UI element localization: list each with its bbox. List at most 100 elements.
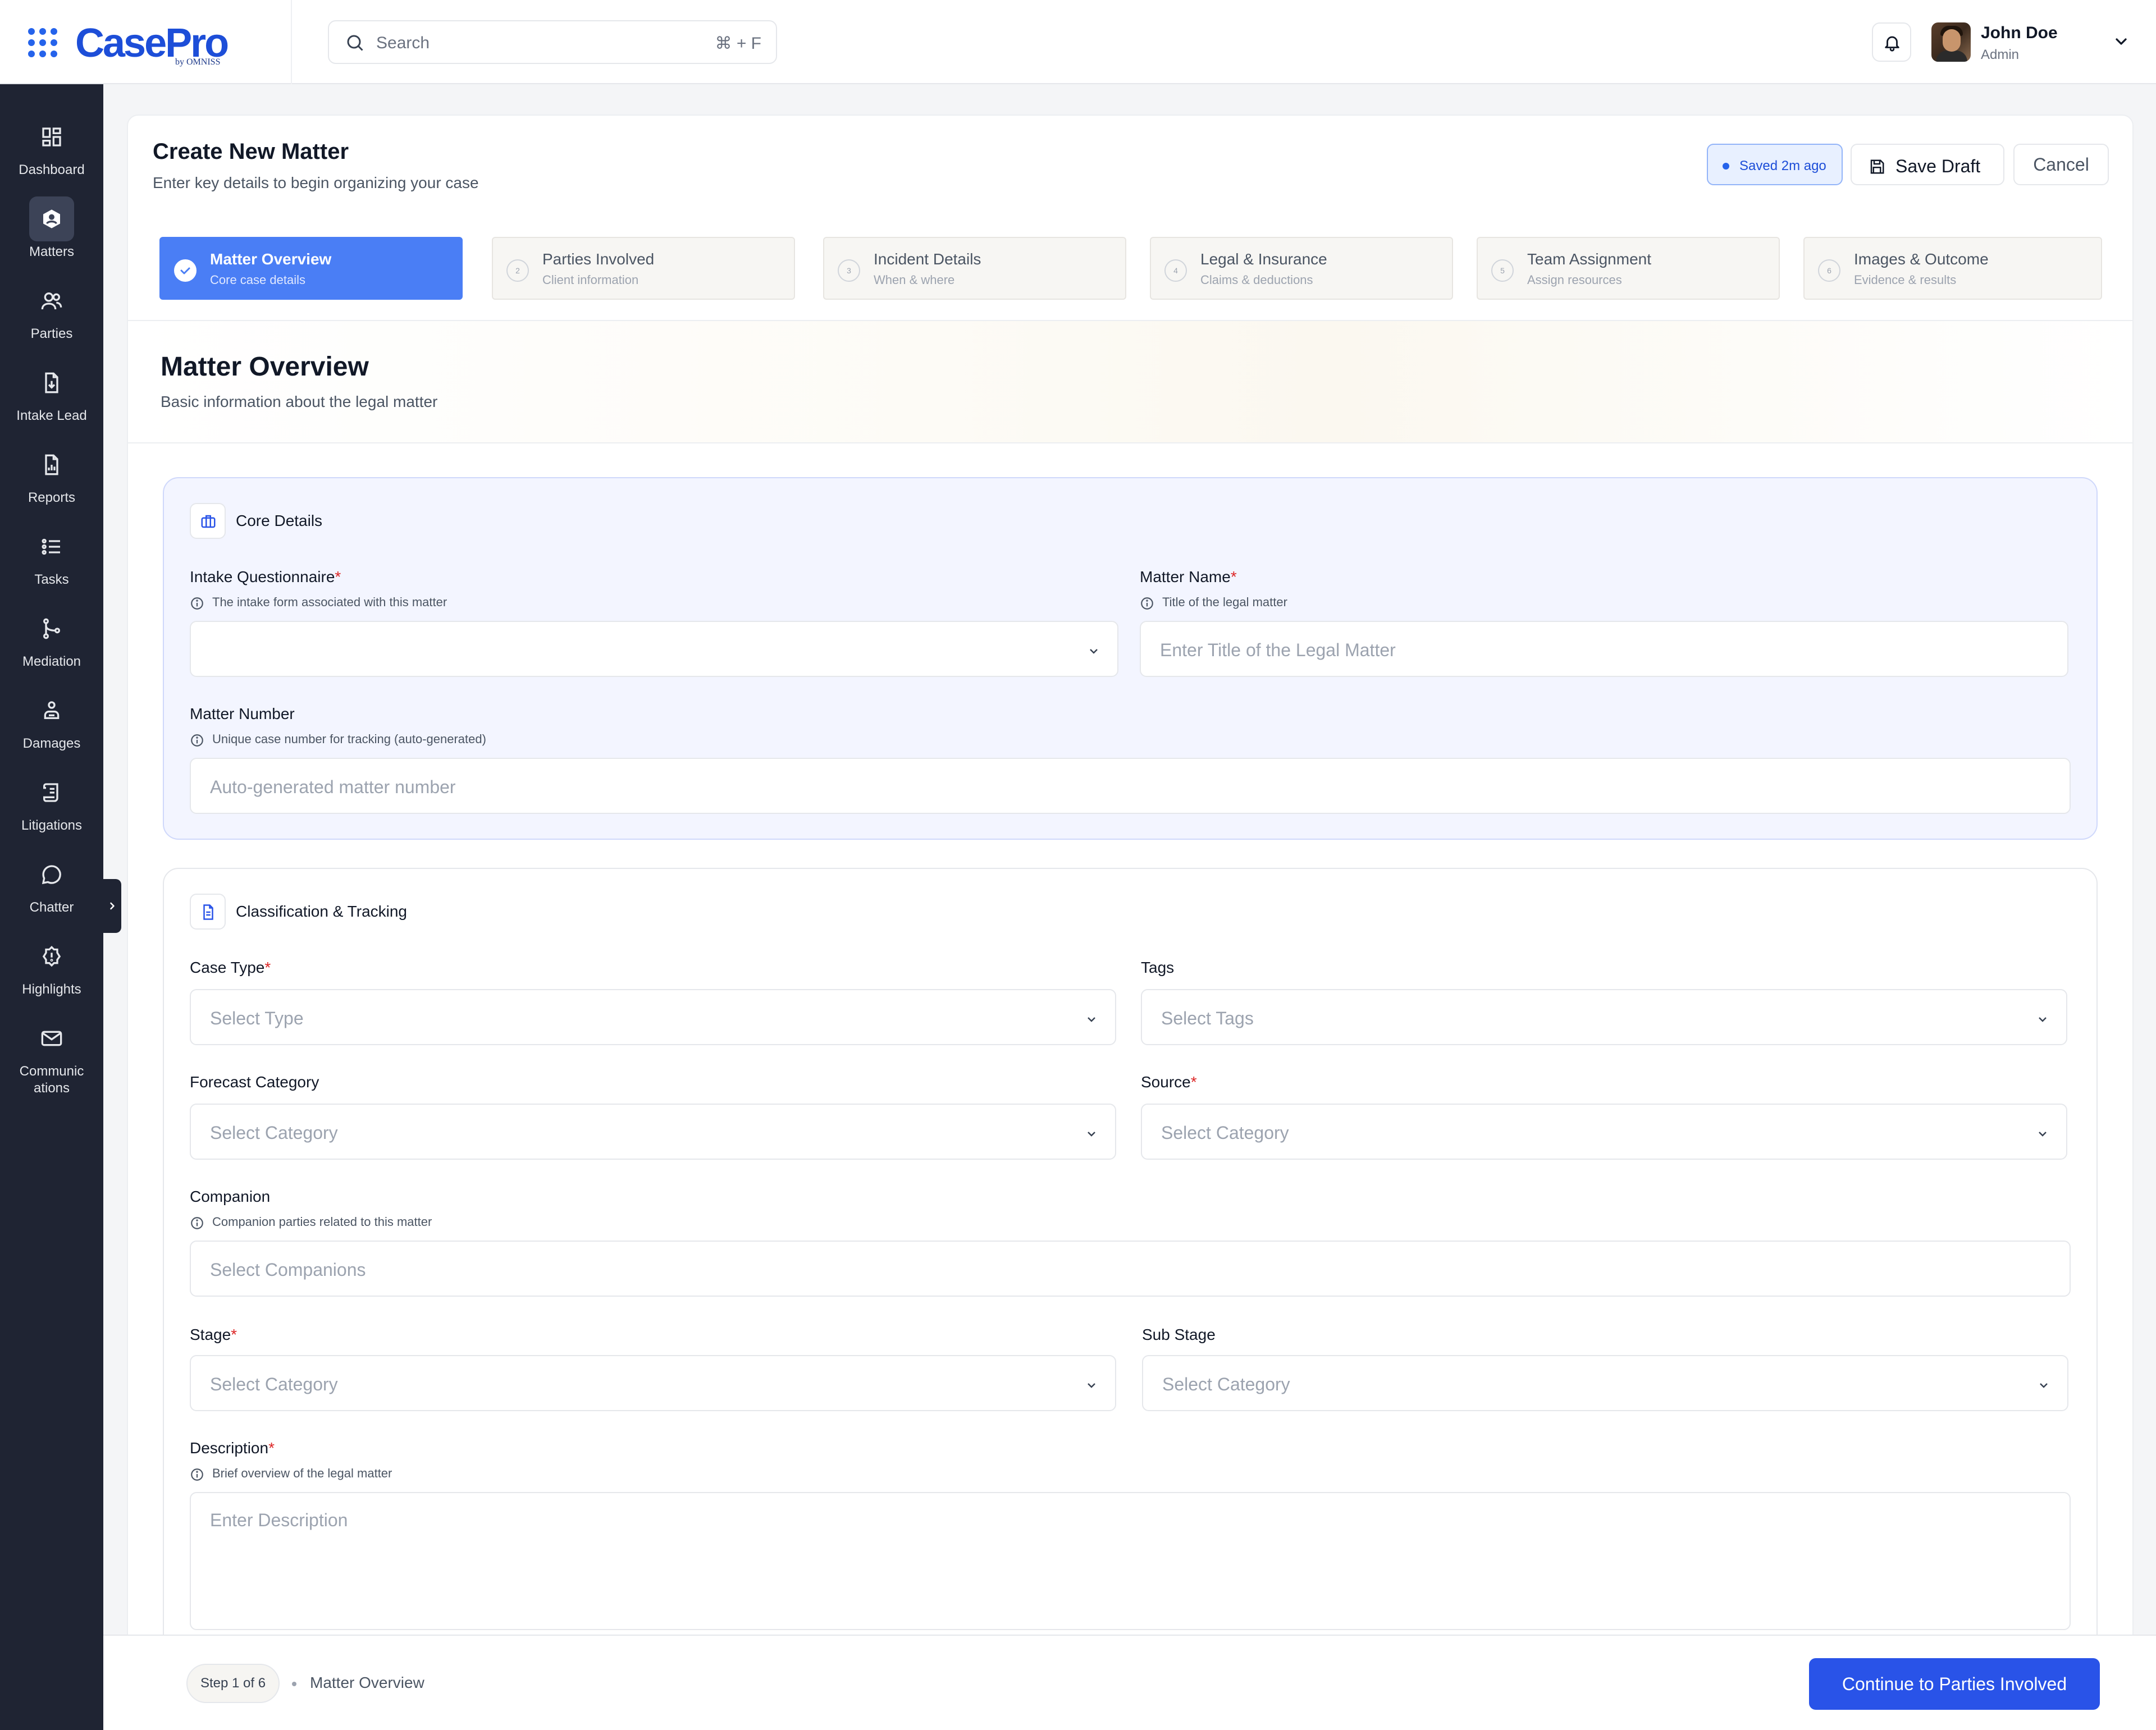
description-label: Description* xyxy=(190,1439,275,1457)
info-icon xyxy=(191,1217,203,1229)
tasks-icon xyxy=(29,524,74,569)
forecast-category-label: Forecast Category xyxy=(190,1073,319,1091)
info-icon xyxy=(191,597,203,610)
litigations-icon xyxy=(29,770,74,815)
sidebar-item-matters[interactable]: Matters xyxy=(0,196,103,275)
continue-button[interactable]: Continue to Parties Involved xyxy=(1809,1658,2100,1710)
case-type-select[interactable]: Select Type xyxy=(190,989,1116,1045)
logo-subtitle: by OMNISS xyxy=(175,57,221,67)
source-label: Source* xyxy=(1141,1073,1197,1091)
case-type-label: Case Type* xyxy=(190,959,271,976)
user-role: Admin xyxy=(1981,47,2020,62)
sidebar-item-dashboard[interactable]: Dashboard xyxy=(0,115,103,193)
chevron-down-icon xyxy=(2039,1132,2047,1137)
top-bar: CasePro by OMNISS Search ⌘ + F John Doe … xyxy=(0,0,2156,84)
section-header: Matter Overview Basic information about … xyxy=(128,320,2132,443)
chevron-down-icon xyxy=(1088,1017,1095,1022)
matters-icon xyxy=(29,196,74,241)
section-subtitle: Basic information about the legal matter xyxy=(161,393,438,410)
intake-lead-icon xyxy=(29,360,74,405)
stage-select[interactable]: Select Category xyxy=(190,1355,1116,1411)
search-placeholder: Search xyxy=(376,34,430,52)
divider xyxy=(291,0,292,84)
matter-name-label: Matter Name* xyxy=(1140,568,1237,585)
notifications-button[interactable] xyxy=(1872,22,1911,62)
chevron-down-icon xyxy=(1088,1383,1095,1388)
chevron-down-icon[interactable] xyxy=(2112,33,2130,51)
saved-status-badge: Saved 2m ago xyxy=(1707,144,1843,185)
sidebar-item-communications[interactable]: Communic ations xyxy=(0,1016,103,1096)
user-name: John Doe xyxy=(1981,24,2058,42)
sidebar-item-highlights[interactable]: Highlights xyxy=(0,934,103,1013)
step-team-assignment[interactable]: 5 Team Assignment Assign resources xyxy=(1477,237,1780,300)
sidebar-item-tasks[interactable]: Tasks xyxy=(0,524,103,603)
sidebar-item-parties[interactable]: Parties xyxy=(0,278,103,357)
matter-number-input[interactable]: Auto-generated matter number xyxy=(190,758,2071,814)
info-icon xyxy=(191,1468,203,1481)
save-draft-button[interactable]: Save Draft xyxy=(1851,144,2004,185)
matter-number-label: Matter Number xyxy=(190,705,295,722)
search-input[interactable]: Search ⌘ + F xyxy=(328,20,777,64)
step-parties-involved[interactable]: 2 Parties Involved Client information xyxy=(492,237,795,300)
cancel-button[interactable]: Cancel xyxy=(2013,144,2109,185)
forecast-category-select[interactable]: Select Category xyxy=(190,1104,1116,1160)
sidebar-item-chatter[interactable]: Chatter xyxy=(0,852,103,931)
save-icon xyxy=(1870,159,1884,174)
intake-questionnaire-select[interactable] xyxy=(190,621,1118,677)
matter-name-input[interactable]: Enter Title of the Legal Matter xyxy=(1140,621,2068,677)
sub-stage-select[interactable]: Select Category xyxy=(1142,1355,2068,1411)
step-progress-badge: Step 1 of 6 xyxy=(186,1664,280,1703)
panel-title: Core Details xyxy=(236,512,323,529)
sidebar-item-mediation[interactable]: Mediation xyxy=(0,606,103,685)
chevron-down-icon xyxy=(1088,1132,1095,1137)
sidebar: Dashboard Matters Parties Intake Lead Re… xyxy=(0,84,103,1730)
create-matter-card: Create New Matter Enter key details to b… xyxy=(127,115,2134,1686)
step-matter-overview[interactable]: Matter Overview Core case details xyxy=(159,237,463,300)
core-details-panel: Core Details Intake Questionnaire* The i… xyxy=(163,477,2098,840)
chevron-down-icon xyxy=(2040,1383,2048,1388)
chatter-icon xyxy=(29,852,74,897)
user-avatar[interactable] xyxy=(1931,22,1971,62)
panel-title: Classification & Tracking xyxy=(236,903,408,920)
current-step-label: Matter Overview xyxy=(310,1674,424,1691)
search-icon xyxy=(347,35,363,51)
companions-select[interactable]: Select Companions xyxy=(190,1241,2071,1297)
apps-grid-icon[interactable] xyxy=(28,28,57,57)
step-images-outcome[interactable]: 6 Images & Outcome Evidence & results xyxy=(1803,237,2102,300)
tags-label: Tags xyxy=(1141,959,1175,976)
step-incident-details[interactable]: 3 Incident Details When & where xyxy=(823,237,1126,300)
stage-label: Stage* xyxy=(190,1326,237,1343)
briefcase-icon xyxy=(190,503,226,539)
highlights-icon xyxy=(29,934,74,979)
section-title: Matter Overview xyxy=(161,352,369,382)
separator-dot xyxy=(292,1682,296,1686)
companion-label: Companion xyxy=(190,1188,271,1205)
damages-icon xyxy=(29,688,74,733)
sidebar-item-litigations[interactable]: Litigations xyxy=(0,770,103,849)
step-legal-insurance[interactable]: 4 Legal & Insurance Claims & deductions xyxy=(1150,237,1453,300)
page-title: Create New Matter xyxy=(153,139,349,164)
tags-select[interactable]: Select Tags xyxy=(1141,989,2067,1045)
sidebar-item-intake-lead[interactable]: Intake Lead xyxy=(0,360,103,439)
sub-stage-label: Sub Stage xyxy=(1142,1326,1216,1343)
wizard-footer: Step 1 of 6 Matter Overview Continue to … xyxy=(103,1635,2156,1730)
reports-icon xyxy=(29,442,74,487)
check-icon xyxy=(174,259,197,282)
sidebar-item-damages[interactable]: Damages xyxy=(0,688,103,767)
mediation-icon xyxy=(29,606,74,651)
dashboard-icon xyxy=(29,115,74,159)
page-subtitle: Enter key details to begin organizing yo… xyxy=(153,174,479,191)
classification-panel: Classification & Tracking Case Type* Sel… xyxy=(163,868,2098,1685)
sidebar-expand-button[interactable] xyxy=(103,879,121,933)
chevron-down-icon xyxy=(2039,1017,2047,1022)
parties-icon xyxy=(29,278,74,323)
info-icon xyxy=(191,734,203,747)
intake-label: Intake Questionnaire* xyxy=(190,568,341,585)
mail-icon xyxy=(29,1016,74,1061)
sidebar-item-reports[interactable]: Reports xyxy=(0,442,103,521)
chevron-right-icon xyxy=(110,902,115,910)
search-shortcut: ⌘ + F xyxy=(715,34,761,53)
description-textarea[interactable]: Enter Description xyxy=(190,1492,2071,1630)
source-select[interactable]: Select Category xyxy=(1141,1104,2067,1160)
bell-icon xyxy=(1885,36,1899,52)
